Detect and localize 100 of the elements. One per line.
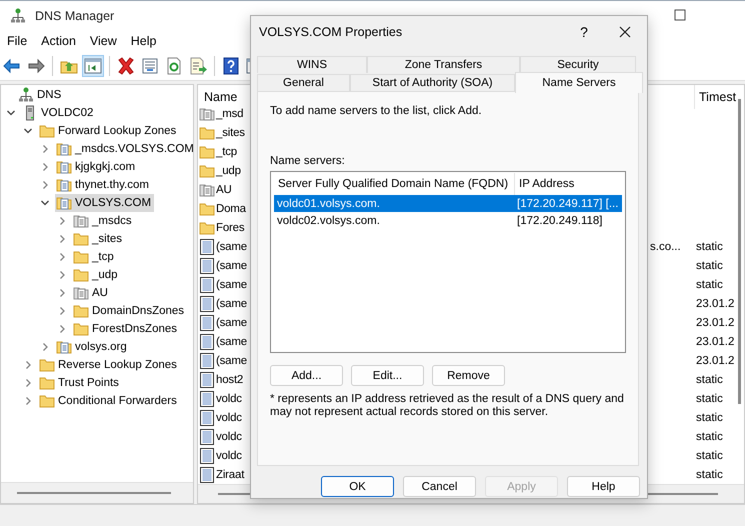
table-cell: 23.01.2 [696, 354, 734, 366]
folder-icon [199, 124, 215, 140]
menu-item[interactable]: Help [124, 32, 164, 50]
folder-icon [39, 123, 55, 139]
record-name: voldc [216, 392, 242, 404]
instruction-text: To add name servers to the list, click Add. [270, 105, 482, 117]
tab[interactable]: Security [520, 56, 636, 73]
table-cell: static [696, 450, 723, 462]
tree-item[interactable]: Forward Lookup Zones [38, 122, 180, 140]
column-header[interactable]: Name [198, 85, 251, 109]
menu-item[interactable]: Action [34, 32, 83, 50]
list-button[interactable]: Remove [432, 365, 505, 386]
table-cell: static [696, 468, 723, 480]
tree-item[interactable]: AU [72, 284, 111, 302]
list-button[interactable]: Add... [270, 365, 343, 386]
help-button[interactable]: ? [561, 24, 607, 40]
record-name: host2 [216, 374, 244, 386]
record-name: AU [216, 184, 232, 196]
record-name: (same [216, 316, 247, 328]
record-name: voldc [216, 412, 242, 424]
tab[interactable]: Zone Transfers [367, 56, 520, 73]
folder-icon [39, 375, 55, 391]
tree-item[interactable]: _tcp [72, 248, 117, 266]
tree-item[interactable]: VOLDC02 [21, 104, 96, 122]
column-header[interactable]: Server Fully Qualified Domain Name (FQDN) [274, 173, 514, 195]
tree-root[interactable]: DNS [17, 86, 64, 104]
list-button[interactable]: Edit... [351, 365, 424, 386]
tree-item[interactable]: volsys.org [55, 338, 130, 356]
table-cell: s.co... [650, 240, 681, 252]
record-name: (same [216, 354, 247, 366]
scrollbar-thumb[interactable] [738, 99, 741, 404]
zone-folder-icon [56, 177, 72, 193]
name-server-row[interactable]: voldc01.volsys.com. [172.20.249.117] [... [274, 195, 622, 212]
folder-icon [39, 393, 55, 409]
tab[interactable]: Start of Authority (SOA) [350, 74, 515, 91]
zone-folder-icon [56, 195, 72, 211]
tree-item[interactable]: Trust Points [38, 374, 122, 392]
dialog-button[interactable]: Help [567, 476, 640, 497]
folder-icon [73, 267, 89, 283]
name-server-row[interactable]: voldc02.volsys.com. [172.20.249.118] [274, 212, 622, 229]
zone-folder-icon [56, 159, 72, 175]
menu-item[interactable]: View [82, 32, 124, 50]
dialog-button[interactable]: Cancel [403, 476, 476, 497]
table-cell: 23.01.2 [696, 316, 734, 328]
window-title: DNS Manager [35, 8, 114, 22]
record-name: (same [216, 336, 247, 348]
table-cell: static [696, 374, 723, 386]
folder-icon [199, 162, 215, 178]
record-name: Fores [216, 222, 244, 234]
console-tree-icon[interactable] [82, 55, 104, 77]
folder-icon [73, 249, 89, 265]
record-name: _udp [216, 164, 241, 176]
tree-item[interactable]: thynet.thy.com [55, 176, 152, 194]
folder-icon [39, 357, 55, 373]
folder-icon [73, 231, 89, 247]
tab[interactable]: WINS [257, 56, 367, 73]
tree-item[interactable]: ForestDnsZones [72, 320, 180, 338]
list-label: Name servers: [270, 155, 345, 167]
table-cell: 23.01.2 [696, 336, 734, 348]
tree-item[interactable]: Conditional Forwarders [38, 392, 180, 410]
folder-icon [199, 200, 215, 216]
record-name: (same [216, 298, 247, 310]
record-name: Ziraat [216, 468, 244, 480]
record-name: (same [216, 240, 247, 252]
folder-icon [73, 303, 89, 319]
zone-folder-icon [56, 339, 72, 355]
close-icon[interactable] [619, 26, 631, 38]
zone-folder-icon [56, 141, 72, 157]
tree-item[interactable]: DomainDnsZones [72, 302, 188, 320]
tree-item[interactable]: Reverse Lookup Zones [38, 356, 180, 374]
tree-item[interactable]: kjgkgkj.com [55, 158, 138, 176]
record-name: _tcp [216, 146, 237, 158]
document-folder-icon [73, 213, 89, 229]
tree-item[interactable]: _udp [72, 266, 121, 284]
table-cell: static [696, 412, 723, 424]
record-name: _sites [216, 126, 245, 138]
folder-icon [73, 321, 89, 337]
record-name: Doma [216, 202, 246, 214]
tree-item[interactable]: _msdcs [72, 212, 135, 230]
maximize-icon[interactable] [674, 9, 686, 21]
tab[interactable]: General [257, 74, 350, 91]
dialog-button[interactable]: OK [321, 476, 394, 497]
menu-item[interactable]: File [0, 32, 34, 50]
record-name: _msd [216, 108, 244, 120]
column-header[interactable]: Timest [694, 85, 736, 109]
tab[interactable]: Name Servers [515, 72, 643, 93]
folder-icon [199, 144, 215, 160]
document-folder-icon [73, 285, 89, 301]
table-cell: static [696, 430, 723, 442]
folder-icon [199, 220, 215, 236]
tree-item[interactable]: VOLSYS.COM [55, 194, 154, 212]
note-text: * represents an IP address retrieved as the result of a DNS query and may not represent actual records stored on this server. [270, 393, 625, 419]
dns-app-icon [10, 8, 26, 24]
record-name: (same [216, 278, 247, 290]
tree-item[interactable]: _msdcs.VOLSYS.COM [55, 140, 197, 158]
record-name: voldc [216, 430, 242, 442]
table-cell: static [696, 278, 723, 290]
table-cell: 23.01.2 [696, 298, 734, 310]
record-name: (same [216, 260, 247, 272]
tree-item[interactable]: _sites [72, 230, 126, 248]
